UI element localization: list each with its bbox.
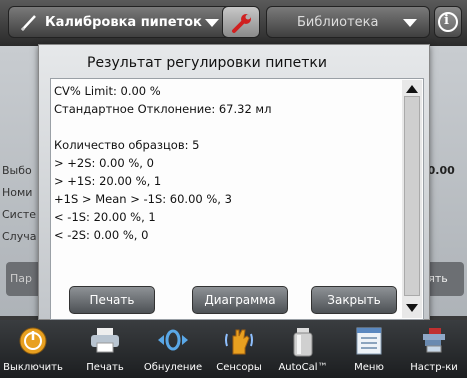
wrench-icon <box>230 11 254 39</box>
zero-button[interactable]: Обнуление <box>140 320 206 378</box>
settings-button[interactable]: Настр-ки <box>402 320 466 378</box>
report-line <box>54 118 402 136</box>
power-icon <box>18 326 48 359</box>
report-text-area[interactable]: CV% Limit: 0.00 % Стандартное Отклонение… <box>50 78 424 320</box>
toolbar-label: Сенсоры <box>216 362 262 373</box>
library-dropdown[interactable]: Библиотека <box>266 6 430 38</box>
pipette-icon <box>19 13 39 37</box>
report-line: Количество образцов: 5 <box>54 138 200 152</box>
zero-icon <box>156 326 190 357</box>
printer-icon <box>89 326 121 357</box>
autocal-icon <box>291 326 315 361</box>
menu-icon <box>355 326 383 359</box>
toolbar-label: AutoCal™ <box>278 362 328 373</box>
report-line: CV% Limit: 0.00 % <box>54 84 161 98</box>
toolbar-label: Обнуление <box>143 362 203 373</box>
dialog-title: Результат регулировки пипетки <box>87 55 327 71</box>
info-icon-glyph: i <box>444 13 449 28</box>
adjustment-result-dialog: Результат регулировки пипетки CV% Limit:… <box>38 44 430 320</box>
power-off-button[interactable]: Выключить <box>0 320 66 378</box>
chevron-down-icon <box>205 19 219 27</box>
settings-icon <box>419 326 449 359</box>
report-line: < -1S: 20.00 %, 1 <box>54 210 156 224</box>
sensors-button[interactable]: Сенсоры <box>210 320 268 378</box>
toolbar-label: Настр-ки <box>410 362 458 373</box>
report-line: < -2S: 0.00 %, 0 <box>54 228 149 242</box>
scroll-up-arrow-icon[interactable] <box>406 85 418 93</box>
report-text: CV% Limit: 0.00 % Стандартное Отклонение… <box>54 82 402 244</box>
wrench-button[interactable] <box>222 6 260 38</box>
hand-sensor-icon <box>223 326 255 359</box>
chevron-down-icon <box>403 19 417 27</box>
close-button[interactable]: Закрыть <box>311 286 397 314</box>
print-toolbar-button[interactable]: Печать <box>76 320 134 378</box>
report-line: +1S > Mean > -1S: 60.00 %, 3 <box>54 192 232 206</box>
scrollbar-thumb[interactable] <box>404 96 420 296</box>
report-line: > +2S: 0.00 %, 0 <box>54 156 154 170</box>
toolbar-label: Меню <box>354 362 384 373</box>
top-bar: Калибровка пипеток Библиотека i <box>0 0 467 46</box>
toolbar-label: Печать <box>86 362 124 373</box>
application-mode-label: Калибровка пипеток <box>45 15 202 30</box>
report-line: Стандартное Отклонение: 67.32 мл <box>54 102 272 116</box>
application-mode-dropdown[interactable]: Калибровка пипеток <box>8 6 244 38</box>
report-scrollbar[interactable] <box>402 80 422 318</box>
library-label: Библиотека <box>297 15 379 30</box>
menu-button[interactable]: Меню <box>340 320 398 378</box>
print-button[interactable]: Печать <box>69 286 155 314</box>
bottom-toolbar: Выключить Печать Обнуление Сенсоры AutoC… <box>0 320 467 378</box>
autocal-button[interactable]: AutoCal™ <box>272 320 334 378</box>
report-line: > +1S: 20.00 %, 1 <box>54 174 162 188</box>
scroll-down-arrow-icon[interactable] <box>406 304 418 312</box>
toolbar-label: Выключить <box>3 362 63 373</box>
chart-button[interactable]: Диаграмма <box>192 286 288 314</box>
info-button[interactable]: i <box>434 6 462 38</box>
